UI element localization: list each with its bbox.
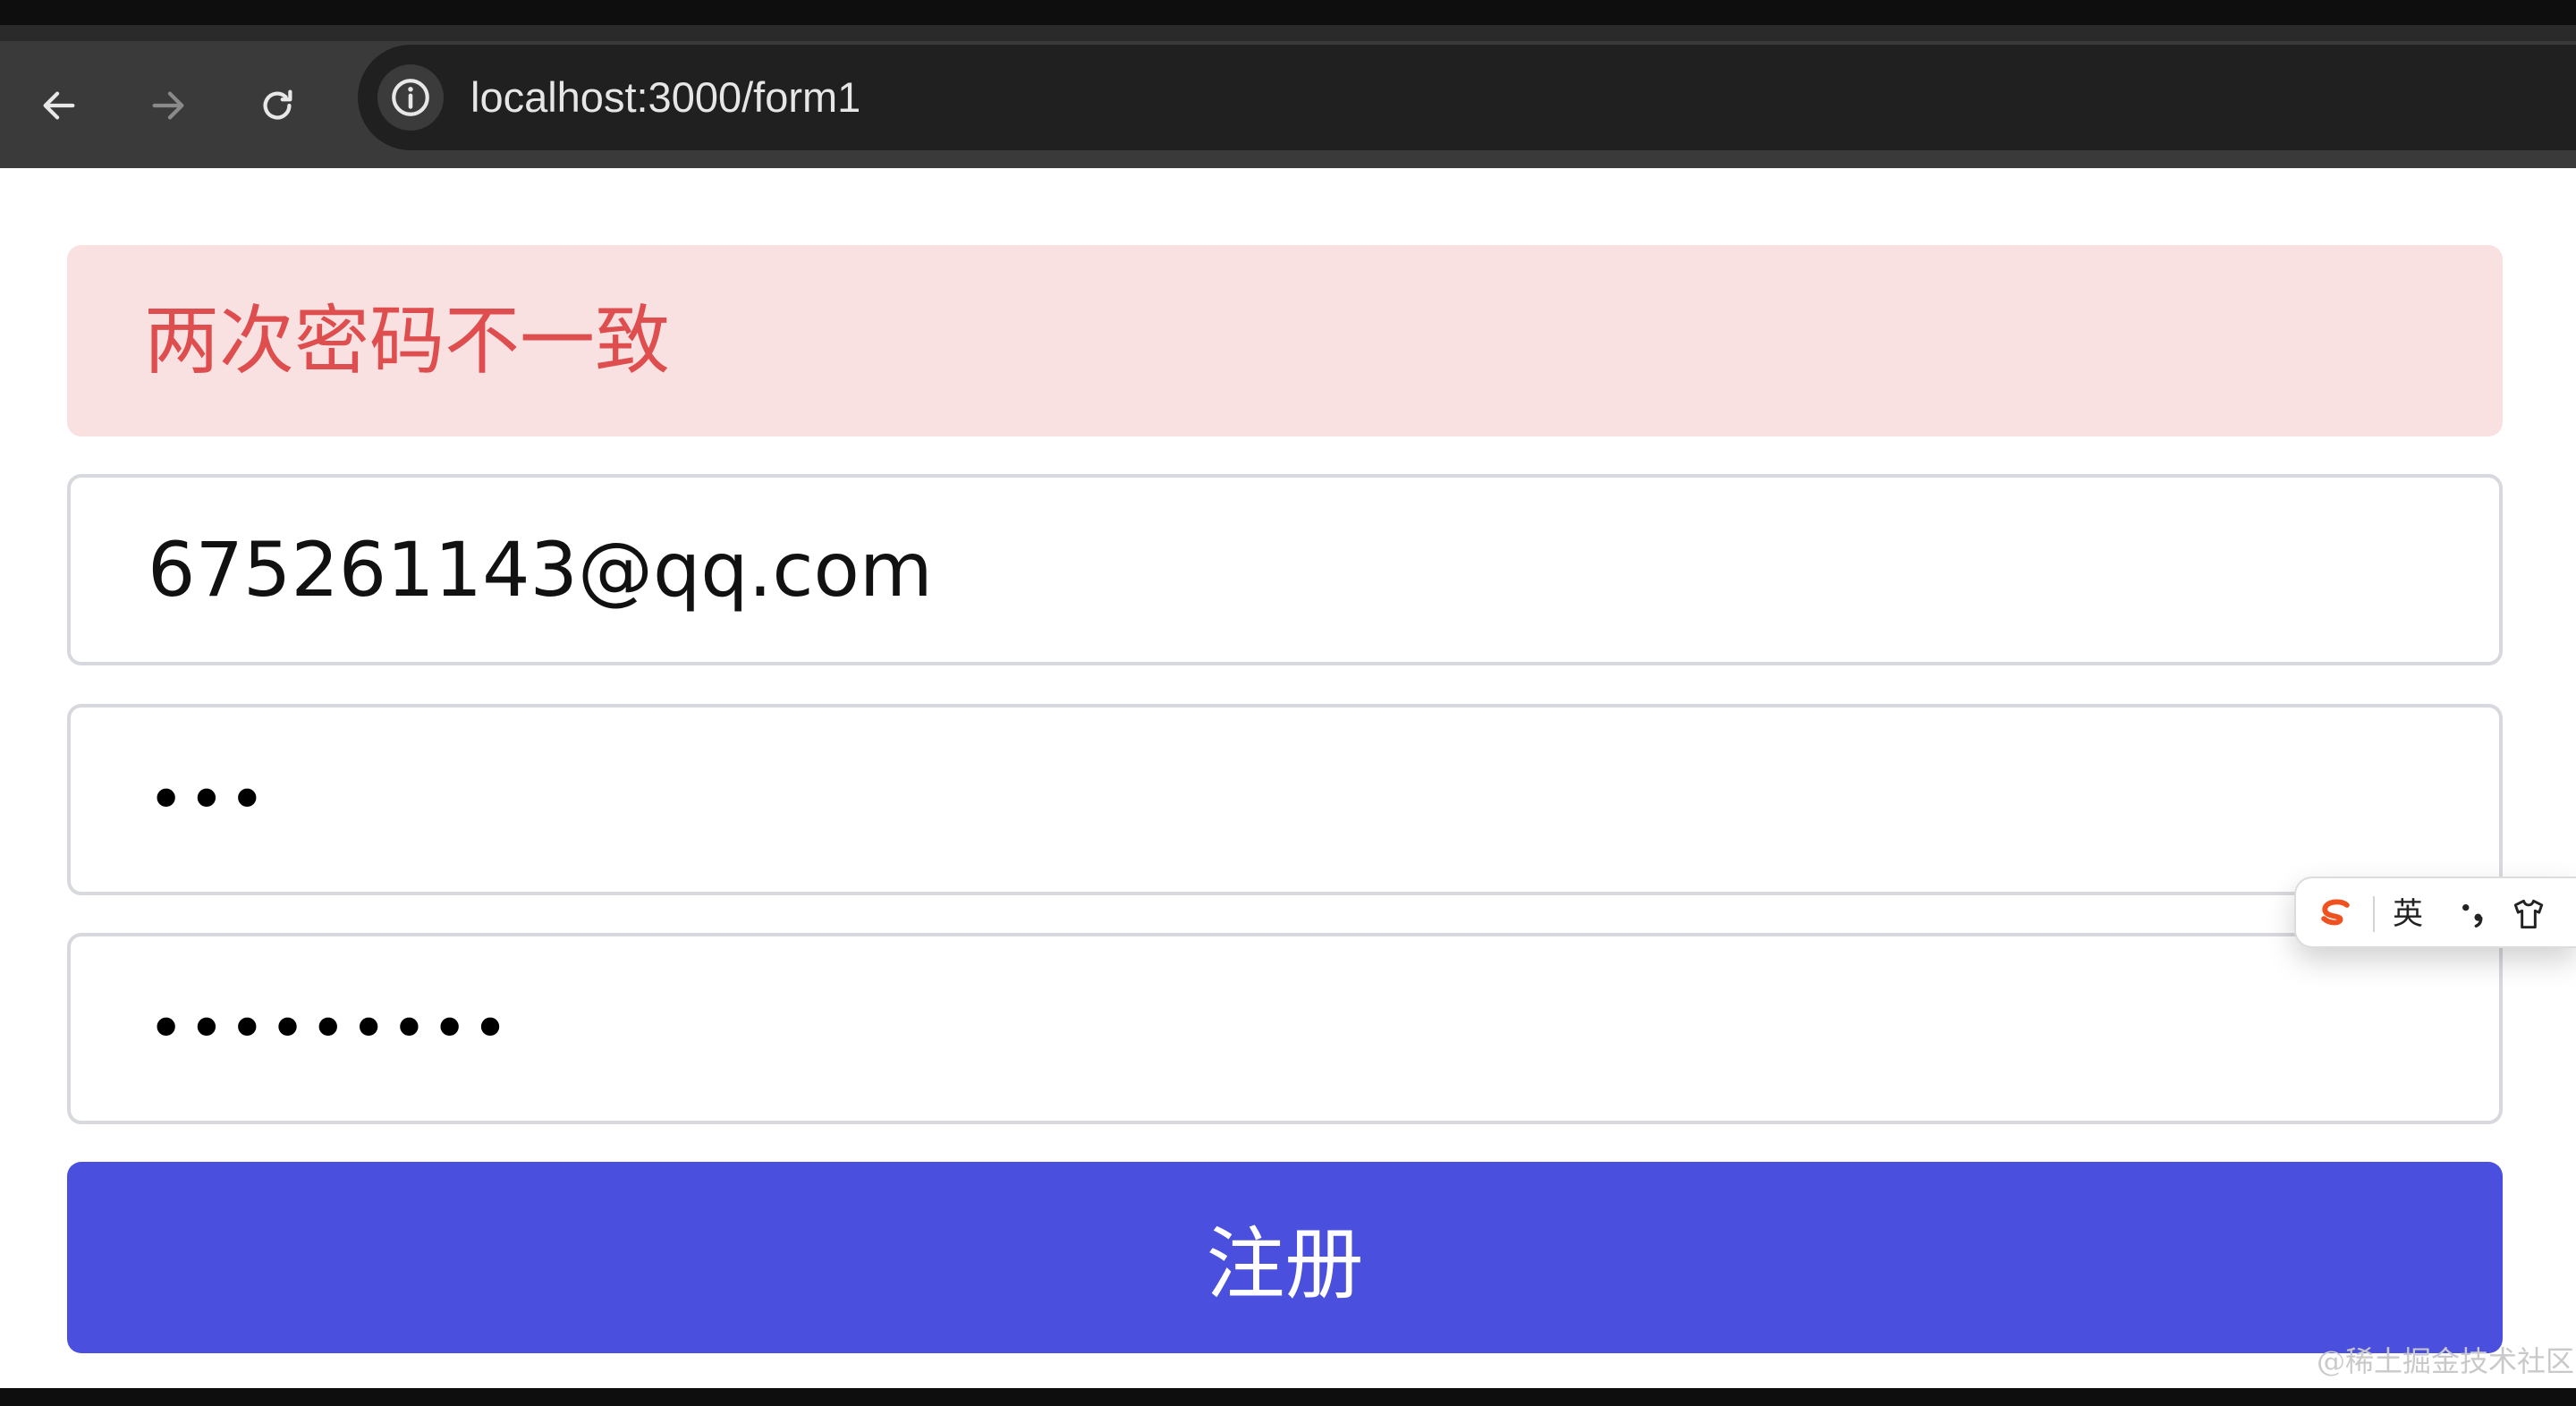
sogou-logo-icon[interactable] xyxy=(2316,894,2355,934)
address-bar[interactable]: localhost:3000/form1 xyxy=(358,45,2576,150)
punctuation-icon[interactable] xyxy=(2453,894,2493,934)
tab-strip-edge xyxy=(0,25,2576,41)
url-text[interactable]: localhost:3000/form1 xyxy=(470,70,860,125)
register-button[interactable]: 注册 xyxy=(67,1162,2503,1353)
window-top-edge xyxy=(0,0,2576,25)
watermark: @稀土掘金技术社区 xyxy=(2317,1344,2575,1378)
reload-button[interactable] xyxy=(252,80,302,131)
ime-language-toggle[interactable]: 英 xyxy=(2393,878,2423,950)
back-button[interactable] xyxy=(34,80,84,131)
arrow-right-icon xyxy=(152,91,184,120)
arrow-left-icon xyxy=(43,91,75,120)
screen: localhost:3000/form1 两次密码不一致 675261143@q… xyxy=(0,0,2576,1406)
confirm-password-input[interactable]: ••••••••• xyxy=(67,933,2503,1124)
password-input[interactable]: ••• xyxy=(67,704,2503,895)
password-masked-value: ••• xyxy=(148,763,269,836)
window-bottom-edge xyxy=(0,1388,2576,1406)
skin-shirt-icon[interactable] xyxy=(2509,894,2548,934)
email-input[interactable]: 675261143@qq.com xyxy=(67,474,2503,665)
reload-icon xyxy=(263,89,292,120)
ime-toolbar: 英 xyxy=(2294,877,2576,948)
site-info-button[interactable] xyxy=(377,64,444,131)
info-icon xyxy=(392,79,429,116)
register-button-label: 注册 xyxy=(1206,1219,1364,1309)
browser-toolbar: localhost:3000/form1 xyxy=(0,41,2576,168)
error-message: 两次密码不一致 xyxy=(144,297,671,385)
forward-button[interactable] xyxy=(143,80,193,131)
error-alert: 两次密码不一致 xyxy=(67,245,2503,436)
email-value: 675261143@qq.com xyxy=(148,526,933,614)
ime-separator xyxy=(2373,896,2375,932)
confirm-password-masked-value: ••••••••• xyxy=(148,992,513,1065)
